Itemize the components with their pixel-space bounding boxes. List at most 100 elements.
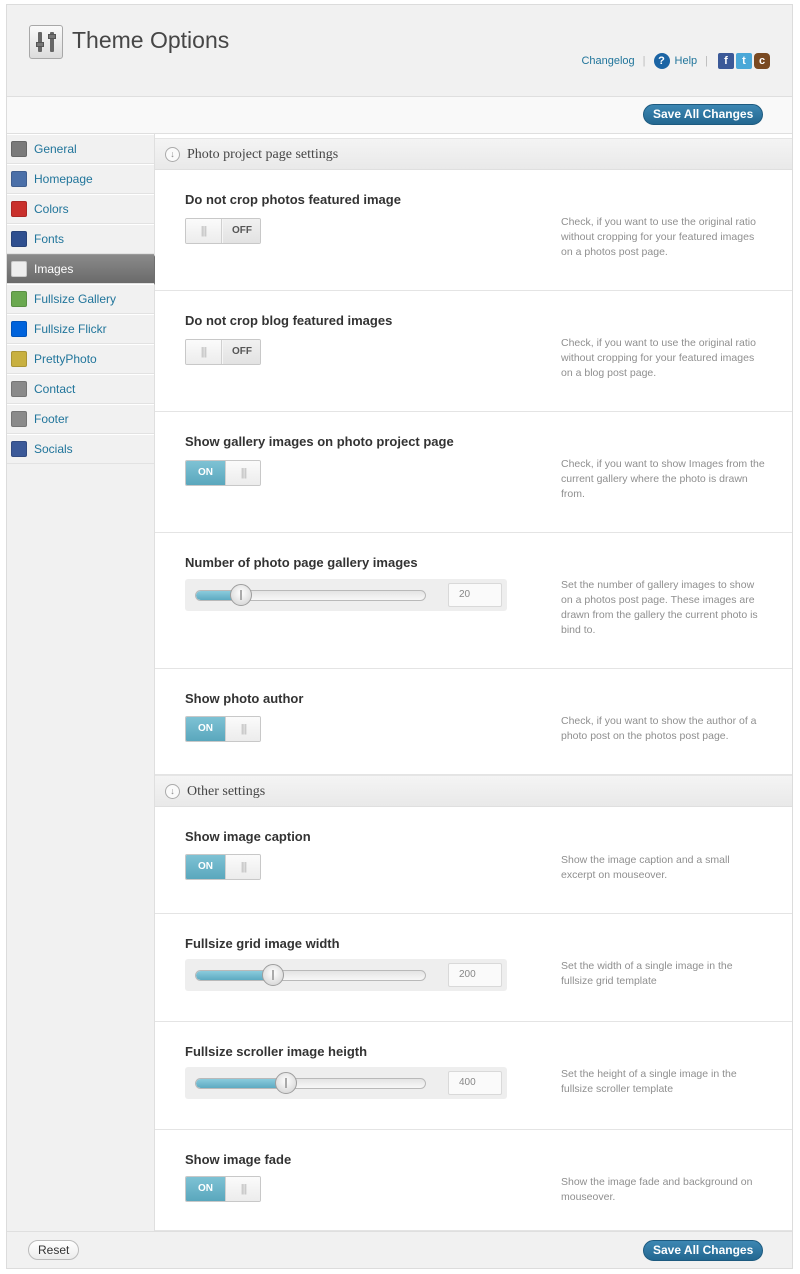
option-title: Do not crop blog featured images: [185, 313, 393, 328]
option-row: Number of photo page gallery images 20 Set…: [155, 533, 792, 669]
option-description: Show the image caption and a small excer…: [561, 854, 730, 881]
sidebar-item-label: Homepage: [34, 172, 93, 186]
sidebar-item-label: Colors: [34, 202, 69, 216]
section-title: Photo project page settings: [187, 147, 339, 162]
facebook-icon[interactable]: f: [718, 53, 734, 69]
option-row: Show gallery images on photo project pag…: [155, 412, 792, 533]
on-off-toggle[interactable]: ON |||: [185, 716, 261, 742]
sidebar-item-label: PrettyPhoto: [34, 352, 97, 366]
reset-button[interactable]: Reset: [28, 1240, 80, 1260]
tools-icon: [11, 141, 27, 157]
option-description: Check, if you want to show the author of…: [561, 715, 757, 742]
option-description: Set the height of a single image in the …: [561, 1068, 737, 1095]
slider-value-input[interactable]: 200: [448, 963, 502, 987]
on-off-toggle[interactable]: ON |||: [185, 854, 261, 880]
link-divider: |: [642, 55, 646, 67]
option-row: Do not crop photos featured image OFF ||| C…: [155, 170, 792, 291]
save-all-changes-button-bottom[interactable]: Save All Changes: [643, 1240, 764, 1261]
option-title: Do not crop photos featured image: [185, 192, 401, 207]
palette-grid-icon: [11, 201, 27, 217]
toggle-grip: |||: [186, 340, 222, 364]
cb-icon[interactable]: c: [754, 53, 770, 69]
sidebar-item-prettyphoto[interactable]: PrettyPhoto: [7, 344, 154, 374]
range-slider: 20: [185, 579, 507, 611]
on-off-toggle[interactable]: OFF |||: [185, 339, 261, 365]
option-row: Show photo author ON ||| Check, if you want…: [155, 669, 792, 775]
option-description: Check, if you want to show Images from t…: [561, 458, 765, 500]
font-a-icon: [11, 231, 27, 247]
prettyphoto-icon: [11, 351, 27, 367]
on-off-toggle[interactable]: OFF |||: [185, 218, 261, 244]
sidebar-item-fonts[interactable]: Fonts: [7, 224, 154, 254]
images-icon: [11, 261, 27, 277]
sidebar-item-label: Socials: [34, 442, 73, 456]
sidebar-item-contact[interactable]: Contact: [7, 374, 154, 404]
option-description: Set the number of gallery images to show…: [561, 579, 758, 636]
sidebar-item-label: Footer: [34, 412, 69, 426]
section-header[interactable]: ↓ Other settings: [155, 775, 792, 807]
main-content: ↓ Photo project page settings Do not crop …: [155, 134, 792, 1231]
option-description: Show the image fade and background on mo…: [561, 1176, 753, 1203]
sidebar-item-images[interactable]: Images: [7, 254, 163, 285]
slider-handle[interactable]: [230, 584, 252, 606]
sidebar-item-label: Fonts: [34, 232, 65, 246]
option-title: Show image fade: [185, 1152, 292, 1167]
toggle-grip: |||: [225, 717, 260, 741]
home-icon: [11, 171, 27, 187]
sidebar-item-label: Images: [34, 262, 74, 276]
slider-value-input[interactable]: 400: [448, 1071, 502, 1095]
sidebar: General Homepage Colors Fonts Images Fullsize…: [7, 134, 163, 1231]
toggle-grip: |||: [225, 855, 260, 879]
slider-track[interactable]: [195, 970, 426, 981]
sidebar-item-label: Fullsize Flickr: [34, 322, 107, 336]
option-row: Show image fade ON ||| Show the image fade …: [155, 1130, 792, 1231]
section-title: Other settings: [187, 784, 266, 799]
option-description: Set the width of a single image in the f…: [561, 960, 733, 987]
save-all-changes-button-top[interactable]: Save All Changes: [643, 104, 764, 125]
slider-handle[interactable]: [262, 964, 284, 986]
option-title: Show photo author: [185, 691, 304, 706]
slider-handle[interactable]: [275, 1072, 297, 1094]
sidebar-item-general[interactable]: General: [7, 134, 154, 164]
toggle-grip: |||: [186, 219, 222, 243]
toggle-grip: |||: [225, 1177, 260, 1201]
option-title: Show gallery images on photo project pag…: [185, 434, 454, 449]
help-link[interactable]: Help: [675, 55, 698, 67]
on-off-toggle[interactable]: ON |||: [185, 1176, 261, 1202]
slider-fill: [196, 1079, 285, 1088]
option-row: Fullsize grid image width 200 Set the widt…: [155, 914, 792, 1022]
section-header[interactable]: ↓ Photo project page settings: [155, 138, 792, 170]
sidebar-item-fullsize-gallery[interactable]: Fullsize Gallery: [7, 284, 154, 314]
sidebar-item-colors[interactable]: Colors: [7, 194, 154, 224]
theme-options-window: Theme Options Changelog | ? Help | f t c…: [6, 4, 793, 1269]
slider-track[interactable]: [195, 1078, 426, 1089]
link-divider: |: [705, 55, 708, 67]
sidebar-item-label: Contact: [34, 382, 76, 396]
theme-options-logo-icon: [29, 25, 63, 59]
facebook-icon: [11, 441, 27, 457]
slider-fill: [196, 971, 272, 980]
toggle-state-label: ON: [186, 461, 225, 485]
sidebar-item-label: Fullsize Gallery: [34, 292, 117, 306]
contact-card-icon: [11, 381, 27, 397]
range-slider: 200: [185, 959, 507, 991]
sidebar-item-label: General: [34, 142, 77, 156]
changelog-link[interactable]: Changelog: [581, 55, 634, 67]
help-icon[interactable]: ?: [653, 53, 670, 69]
sidebar-item-socials[interactable]: Socials: [7, 434, 154, 464]
option-title: Fullsize scroller image heigth: [185, 1044, 368, 1059]
option-title: Number of photo page gallery images: [185, 555, 418, 570]
footer-toolbar: Reset Save All Changes: [7, 1231, 792, 1268]
option-row: Do not crop blog featured images OFF ||| Ch…: [155, 291, 792, 412]
toggle-state-label: OFF: [223, 340, 260, 364]
collapse-icon[interactable]: ↓: [165, 784, 180, 799]
twitter-icon[interactable]: t: [736, 53, 752, 69]
sidebar-item-homepage[interactable]: Homepage: [7, 164, 154, 194]
header: Theme Options Changelog | ? Help | f t c: [7, 5, 792, 97]
flickr-icon: [11, 321, 27, 337]
sidebar-item-footer[interactable]: Footer: [7, 404, 154, 434]
slider-value-input[interactable]: 20: [448, 583, 502, 607]
collapse-icon[interactable]: ↓: [165, 147, 180, 162]
on-off-toggle[interactable]: ON |||: [185, 460, 261, 486]
sidebar-item-fullsize-flickr[interactable]: Fullsize Flickr: [7, 314, 154, 344]
